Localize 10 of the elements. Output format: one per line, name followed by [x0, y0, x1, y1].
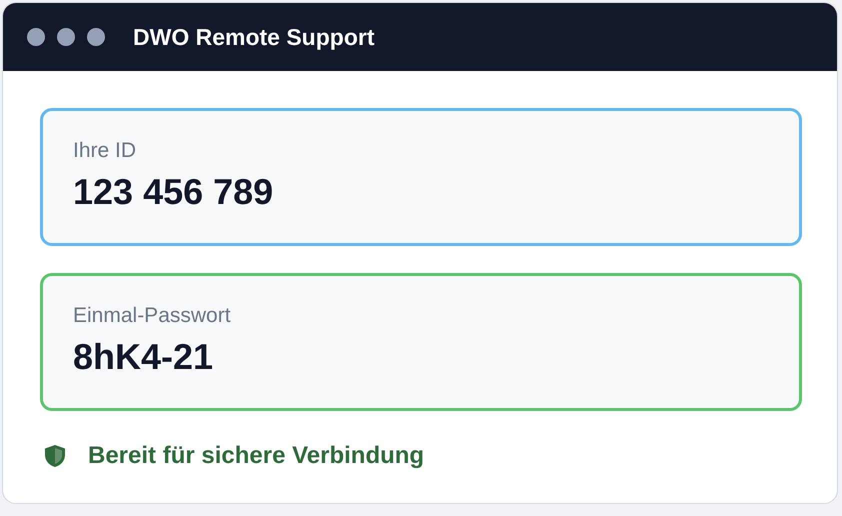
window-control-icon[interactable] [87, 28, 105, 46]
card-value: 8hK4-21 [73, 336, 214, 378]
window-control-icon[interactable] [57, 28, 75, 46]
shield-icon [44, 444, 66, 468]
window-title: DWO Remote Support [133, 24, 374, 50]
card-label: Ihre ID [73, 139, 138, 163]
window-control-icon[interactable] [27, 28, 45, 46]
card-value: 123 456 789 [73, 171, 274, 213]
status-text: Bereit für sichere Verbindung [88, 442, 424, 470]
card-label: Einmal-Passwort [73, 304, 232, 328]
